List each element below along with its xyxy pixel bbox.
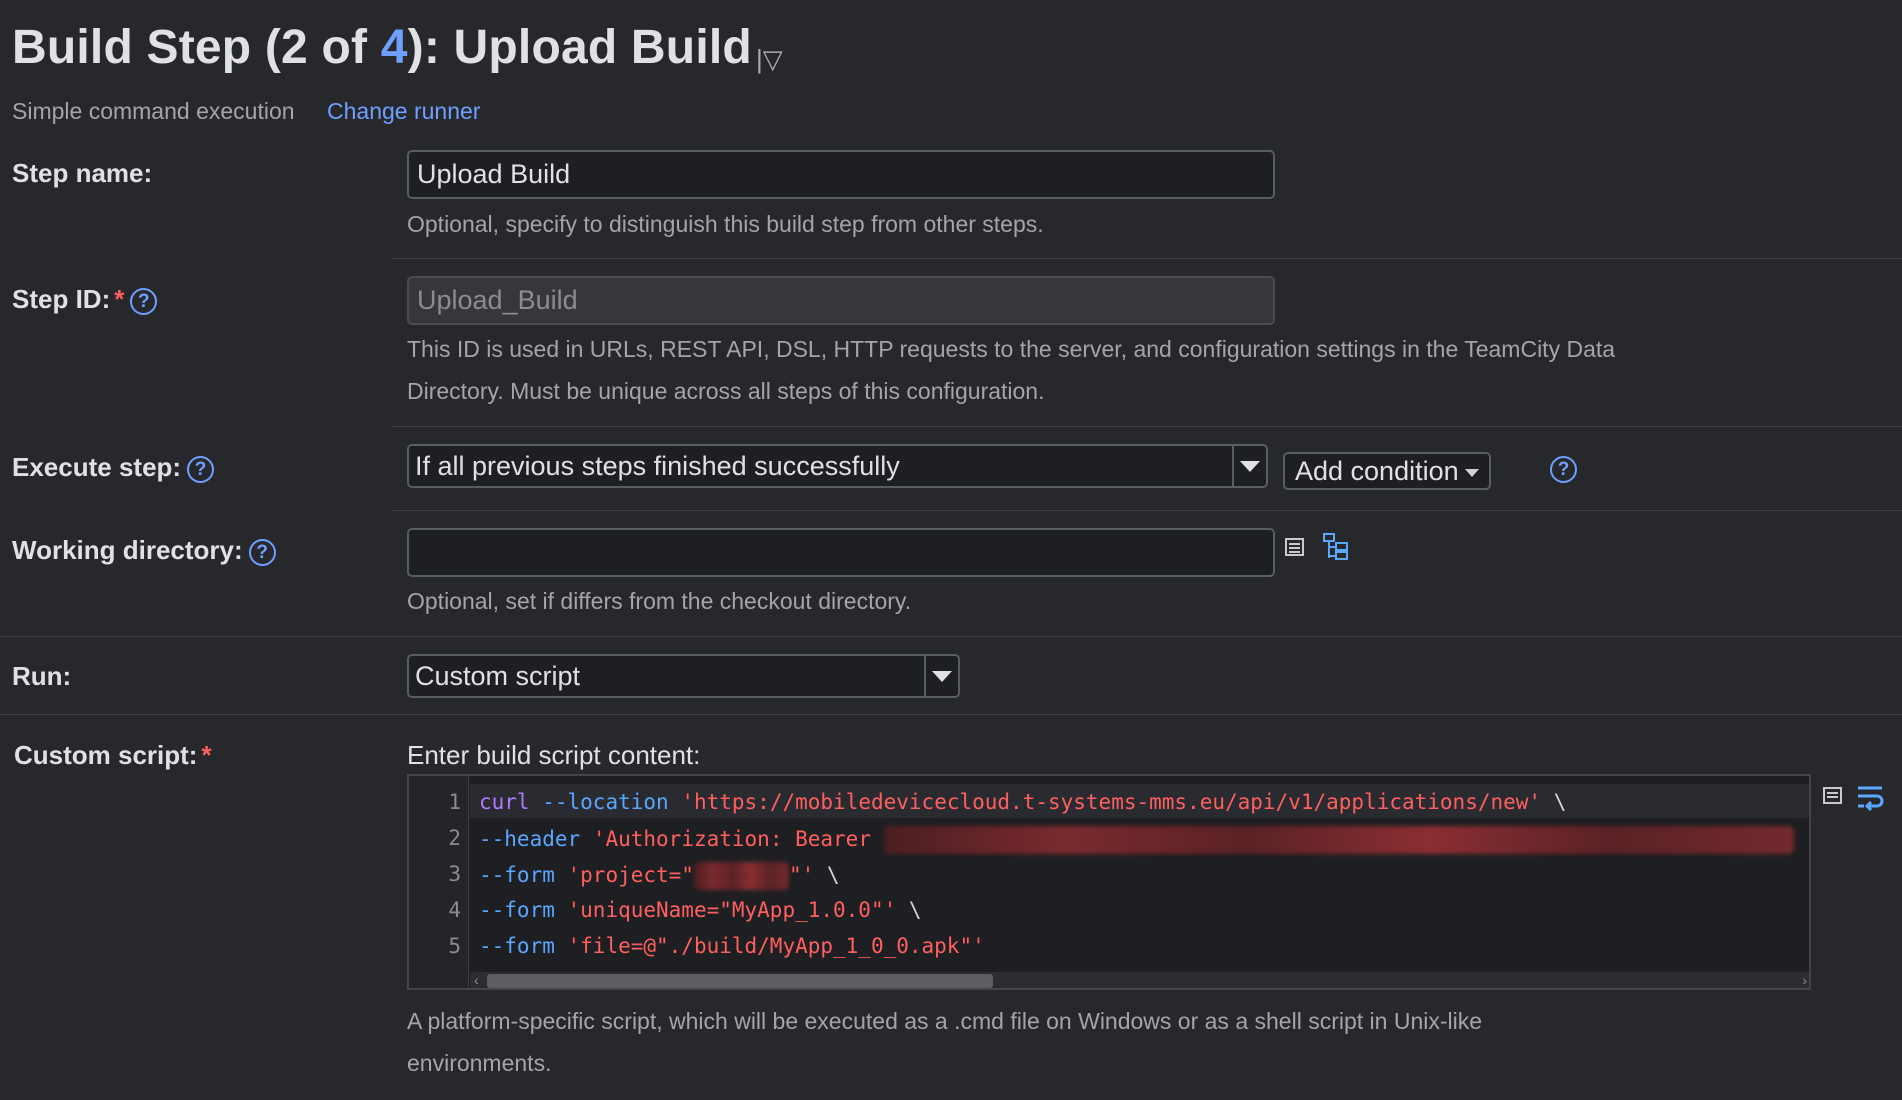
select-arrow-icon[interactable] <box>924 656 958 696</box>
step-menu-dropdown-icon[interactable]: |▽ <box>756 44 783 75</box>
horizontal-scrollbar[interactable]: ‹ › <box>470 972 1809 988</box>
line-number: 1 <box>448 790 461 814</box>
code-token-continuation: \ <box>814 863 840 887</box>
redacted-token <box>883 826 1794 854</box>
script-prompt: Enter build script content: <box>407 740 701 770</box>
line-number: 4 <box>448 898 461 922</box>
divider <box>392 510 1902 511</box>
code-token-string: 'https://mobiledevicecloud.t-systems-mms… <box>681 790 1542 814</box>
execute-step-label-text: Execute step: <box>12 452 182 482</box>
code-token-string: 'project=" <box>567 863 694 887</box>
step-id-help-icon[interactable]: ? <box>130 287 158 315</box>
code-token-option: --header <box>479 827 581 851</box>
code-token-option: --form <box>479 934 555 958</box>
page-title: Build Step (2 of 4): Upload Build <box>12 20 752 75</box>
step-name-input[interactable]: Upload Build <box>407 150 1275 199</box>
code-line-3: --form 'project=" "' \ <box>479 862 840 890</box>
chevron-down-icon <box>932 670 952 682</box>
step-id-input[interactable]: Upload_Build <box>407 276 1275 325</box>
step-id-hint-line2: Directory. Must be unique across all ste… <box>407 378 1045 404</box>
add-condition-help[interactable]: ? <box>1550 456 1577 483</box>
code-token-string: 'file=@"./build/MyApp_1_0_0.apk"' <box>567 934 985 958</box>
add-condition-label: Add condition <box>1295 456 1459 486</box>
working-directory-hint: Optional, set if differs from the checko… <box>407 588 912 614</box>
list-icon-svg <box>1285 538 1304 556</box>
working-directory-label: Working directory:? <box>12 535 276 566</box>
add-condition-button[interactable]: Add condition <box>1283 452 1491 490</box>
title-suffix: ): Upload Build <box>407 21 752 74</box>
select-arrow-icon[interactable] <box>1232 446 1266 486</box>
word-wrap-icon-svg <box>1858 786 1884 812</box>
working-directory-input[interactable] <box>407 528 1275 577</box>
code-line-2: --header 'Authorization: Bearer <box>479 826 1794 854</box>
code-line-5: --form 'file=@"./build/MyApp_1_0_0.apk"' <box>479 934 985 958</box>
word-wrap-icon[interactable] <box>1856 784 1884 817</box>
code-line-1: curl --location 'https://mobiledeviceclo… <box>479 790 1566 814</box>
execute-step-select[interactable]: If all previous steps finished successfu… <box>407 444 1268 488</box>
step-id-label-text: Step ID: <box>12 284 111 314</box>
line-number: 3 <box>448 862 461 886</box>
code-token-string: 'uniqueName="MyApp_1.0.0"' <box>567 898 897 922</box>
runner-type: Simple command execution <box>12 98 295 124</box>
run-selected: Custom script <box>415 661 581 691</box>
code-token-command: curl <box>479 790 530 814</box>
custom-script-hint-line2: environments. <box>407 1050 552 1076</box>
code-token-string: 'Authorization: Bearer <box>592 827 884 851</box>
line-number: 5 <box>448 934 461 958</box>
scrollbar-thumb[interactable] <box>487 974 993 988</box>
divider <box>392 258 1902 259</box>
run-label: Run: <box>12 661 72 691</box>
code-token-option: --location <box>542 790 669 814</box>
directory-tree-icon-svg <box>1323 533 1348 560</box>
code-token-continuation: \ <box>1541 790 1567 814</box>
code-token-string: "' <box>788 863 815 887</box>
custom-script-hint-line1: A platform-specific script, which will b… <box>407 1008 1483 1034</box>
step-id-label: Step ID: *? <box>12 284 158 315</box>
code-token-option: --form <box>479 863 555 887</box>
chevron-down-icon <box>1464 468 1479 477</box>
custom-script-label: Custom script: * <box>14 740 212 771</box>
divider <box>0 636 1902 637</box>
chevron-down-icon <box>1240 460 1260 472</box>
change-runner-link[interactable]: Change runner <box>327 98 480 125</box>
redacted-project <box>693 862 789 890</box>
code-token-option: --form <box>479 898 555 922</box>
expand-editor-icon[interactable] <box>1822 786 1844 811</box>
step-name-label: Step name: <box>12 158 153 188</box>
working-directory-help-icon[interactable]: ? <box>248 538 276 566</box>
title-prefix: Build Step (2 of <box>12 21 381 74</box>
execute-step-label: Execute step:? <box>12 452 215 483</box>
divider <box>392 426 1902 427</box>
step-name-hint: Optional, specify to distinguish this bu… <box>407 211 1044 237</box>
code-token-continuation: \ <box>896 898 922 922</box>
list-icon[interactable] <box>1284 536 1306 564</box>
scroll-left-icon[interactable]: ‹ <box>474 972 479 988</box>
working-directory-label-text: Working directory: <box>12 535 243 565</box>
step-total-link[interactable]: 4 <box>381 21 408 74</box>
scroll-right-icon[interactable]: › <box>1802 972 1807 988</box>
expand-editor-icon-svg <box>1823 787 1842 804</box>
custom-script-label-text: Custom script: <box>14 740 198 770</box>
required-mark: * <box>201 740 212 770</box>
directory-tree-icon[interactable] <box>1322 532 1350 567</box>
line-number: 2 <box>448 826 461 850</box>
divider <box>0 714 1902 715</box>
code-line-4: --form 'uniqueName="MyApp_1.0.0"' \ <box>479 898 922 922</box>
step-id-hint-line1: This ID is used in URLs, REST API, DSL, … <box>407 336 1616 362</box>
required-mark: * <box>114 284 125 314</box>
script-editor[interactable]: 1 curl --location 'https://mobiledevicec… <box>407 774 1811 990</box>
run-select[interactable]: Custom script <box>407 654 960 698</box>
help-icon[interactable]: ? <box>1550 456 1577 483</box>
execute-step-selected: If all previous steps finished successfu… <box>415 451 900 481</box>
execute-step-help-icon[interactable]: ? <box>187 455 215 483</box>
